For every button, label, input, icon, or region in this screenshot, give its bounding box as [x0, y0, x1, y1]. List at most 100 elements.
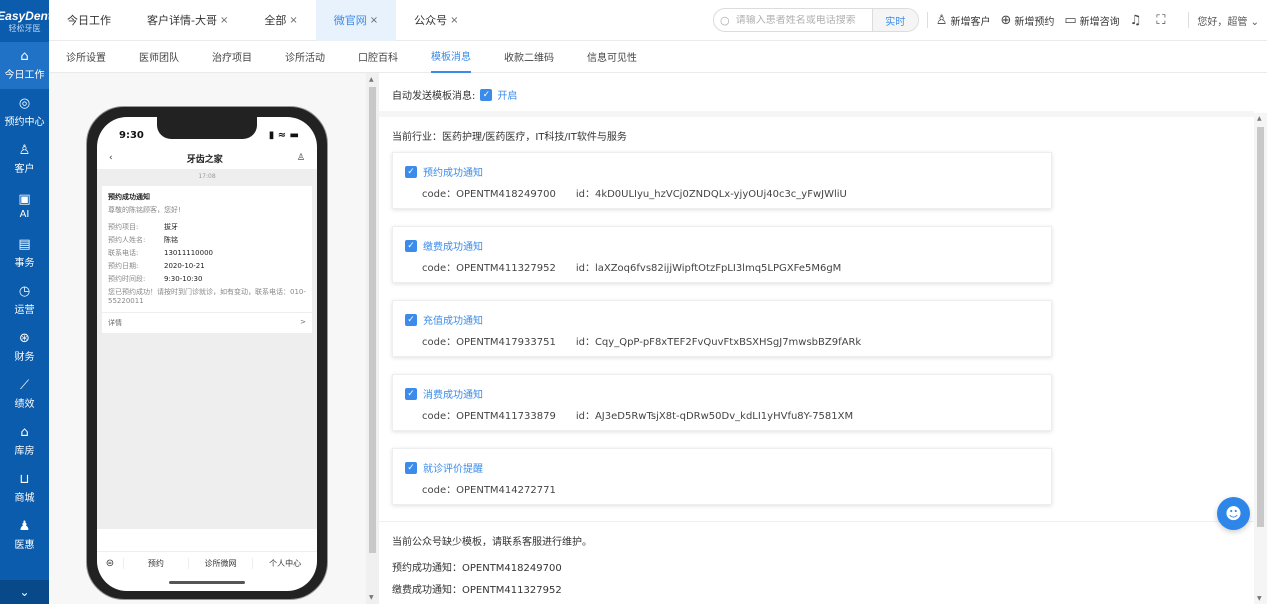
subtab[interactable]: 收款二维码	[504, 41, 554, 73]
brand-name: EasyDent	[0, 8, 52, 23]
card-greeting: 尊敬的陈铭顾客，您好!	[108, 206, 181, 214]
sidebar-item[interactable]: ⌂ 库房	[0, 418, 49, 465]
template-card: ✓ 预约成功通知 code：OPENTM418249700 id：4kD0ULIyu_…	[392, 152, 1052, 209]
customer-service-icon[interactable]: ☻	[1217, 497, 1250, 530]
sidebar-item[interactable]: ♟ 医惠	[0, 512, 49, 559]
sidebar-item[interactable]: ▣ AI	[0, 183, 49, 230]
content-scrollbar[interactable]: ▲ ▼	[1254, 113, 1267, 604]
template-title: 充值成功通知	[423, 316, 483, 327]
sidebar-icon: ▣	[18, 192, 31, 207]
greeting-label: 您好，超管	[1197, 16, 1248, 28]
template-title: 缴费成功通知	[423, 242, 483, 253]
subtab[interactable]: 口腔百科	[358, 41, 398, 73]
divider	[926, 12, 928, 28]
sidebar-item-label: 财务	[14, 352, 35, 363]
message-time: 17:08	[198, 173, 216, 180]
user-menu[interactable]: 您好，超管 ⌄	[1197, 13, 1259, 28]
clock-add-icon: ⊕	[1000, 12, 1012, 28]
scroll-up-icon[interactable]: ▲	[369, 76, 374, 83]
new-customer-button[interactable]: ♙ 新增客户	[936, 13, 991, 28]
template-checkbox[interactable]: ✓	[405, 387, 417, 400]
template-checkbox[interactable]: ✓	[405, 239, 417, 252]
sidebar-item[interactable]: ◎ 预约中心	[0, 89, 49, 136]
template-card: ✓ 缴费成功通知 code：OPENTM411327952 id：laXZoq6fvs…	[392, 226, 1052, 283]
scroll-thumb[interactable]	[369, 87, 376, 553]
close-icon[interactable]: ×	[289, 15, 297, 26]
sidebar-item[interactable]: ⊛ 财务	[0, 324, 49, 371]
tab-label: 全部	[264, 14, 287, 27]
card-title: 预约成功通知	[108, 193, 150, 201]
subtab[interactable]: 模板消息	[431, 41, 471, 73]
row-value: 13011110000	[164, 249, 213, 257]
tab[interactable]: 今日工作	[49, 0, 129, 41]
sidebar-item[interactable]: ⌂ 今日工作	[0, 42, 49, 89]
auto-send-state: 开启	[497, 91, 518, 102]
phone-menu-bar: ⊜ 预约 诊所微网 个人中心	[97, 551, 317, 575]
subtab[interactable]: 信息可见性	[587, 41, 637, 73]
search-input[interactable]	[735, 14, 872, 26]
template-code: code：OPENTM411327952	[422, 263, 556, 274]
card-detail-link: 详情 >	[102, 312, 312, 333]
brand-logo[interactable]: EasyDent 轻松牙医	[0, 0, 52, 42]
sidebar-item-label: 今日工作	[4, 70, 45, 81]
tab[interactable]: 客户详情-大哥 ×	[129, 0, 246, 41]
close-icon[interactable]: ×	[220, 15, 228, 26]
row-value: 陈铭	[164, 236, 178, 244]
keyboard-icon: ⊜	[105, 558, 115, 569]
card-note: 您已预约成功！请按时到门诊就诊，如有变动，联系电话：010-55220011	[108, 288, 306, 305]
realtime-button[interactable]: 实时	[871, 9, 918, 31]
notification-bell-icon[interactable]: ♫	[1130, 13, 1145, 28]
brand-subtitle: 轻松牙医	[8, 23, 41, 33]
sidebar-icon: ⌂	[20, 49, 29, 64]
row-key: 预约人姓名:	[108, 236, 146, 244]
sidebar-icon: ♟	[18, 519, 31, 534]
auto-send-checkbox[interactable]: ✓	[480, 88, 493, 101]
row-key: 预约时间段:	[108, 275, 146, 283]
subtab[interactable]: 医师团队	[139, 41, 179, 73]
sidebar-item[interactable]: ▤ 事务	[0, 230, 49, 277]
template-checkbox[interactable]: ✓	[405, 461, 417, 474]
sidebar-item[interactable]: ♙ 客户	[0, 136, 49, 183]
subtab[interactable]: 诊所活动	[285, 41, 325, 73]
subtab[interactable]: 诊所设置	[66, 41, 106, 73]
fullscreen-icon[interactable]: ⛶	[1156, 13, 1168, 28]
close-icon[interactable]: ×	[450, 15, 458, 26]
new-consult-button[interactable]: ▭ 新增咨询	[1064, 13, 1119, 28]
tab-strip: 今日工作 客户详情-大哥 × 全部 × 微官网 × 公众号 ×	[49, 0, 477, 41]
sidebar-item[interactable]: ⟋ 绩效	[0, 371, 49, 418]
new-appointment-button[interactable]: ⊕ 新增预约	[1000, 13, 1054, 28]
detail-label: 详情	[108, 319, 122, 327]
patient-search: ○ 实时	[712, 8, 919, 32]
tab[interactable]: 微官网 ×	[315, 0, 397, 41]
scroll-up-icon[interactable]: ▲	[1257, 115, 1262, 122]
scroll-thumb[interactable]	[1257, 127, 1264, 527]
sidebar-item[interactable]: ⊔ 商城	[0, 465, 49, 512]
sidebar-expand-icon[interactable]: ⌄	[0, 580, 49, 604]
scroll-down-icon[interactable]: ▼	[1257, 595, 1262, 602]
card-row: 联系电话: 13011110000	[108, 247, 306, 260]
auto-send-setting: 自动发送模板消息: ✓ 开启	[392, 87, 517, 102]
template-settings-panel: 自动发送模板消息: ✓ 开启 当前行业：医药护理/医药医疗，IT科技/IT软件与…	[379, 73, 1267, 604]
subtab[interactable]: 治疗项目	[212, 41, 252, 73]
search-icon: ○	[719, 13, 730, 27]
phone-title: 牙齿之家	[186, 154, 223, 165]
tab-label: 客户详情-大哥	[147, 14, 217, 27]
tab[interactable]: 全部 ×	[246, 0, 315, 41]
auto-send-label: 自动发送模板消息:	[392, 91, 476, 102]
template-code: code：OPENTM414272771	[422, 485, 556, 496]
user-add-icon: ♙	[935, 12, 948, 28]
sidebar: EasyDent 轻松牙医 ⌂ 今日工作 ◎ 预约中心 ♙ 客户 ▣ AI ▤ 事务 ◷ 运营 ⊛ 财务 ⟋…	[0, 0, 52, 604]
template-checkbox[interactable]: ✓	[405, 313, 417, 326]
sidebar-item[interactable]: ◷ 运营	[0, 277, 49, 324]
close-icon[interactable]: ×	[370, 15, 378, 26]
tab[interactable]: 公众号 ×	[396, 0, 476, 41]
row-value: 9:30-10:30	[164, 275, 203, 283]
phone-status-bar: 9:30 ▮ ≈ ▬	[97, 117, 317, 147]
sidebar-icon: ◷	[18, 284, 31, 299]
scroll-down-icon[interactable]: ▼	[369, 594, 374, 601]
settings-subtabs: 诊所设置 医师团队 治疗项目 诊所活动 口腔百科 模板消息 收款二维码 信息可见性	[49, 41, 1267, 73]
panel-scrollbar[interactable]: ▲ ▼	[366, 73, 379, 604]
new-customer-label: 新增客户	[950, 16, 991, 28]
menu-clinic-site: 诊所微网	[187, 558, 253, 569]
template-checkbox[interactable]: ✓	[405, 165, 417, 178]
